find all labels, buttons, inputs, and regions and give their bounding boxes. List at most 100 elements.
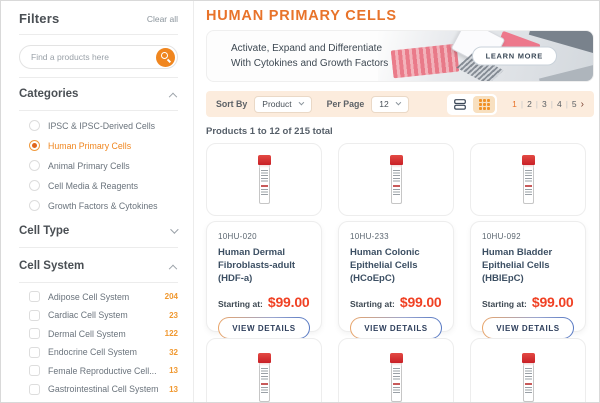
radio-icon <box>29 160 40 171</box>
cell-system-section-header[interactable]: Cell System <box>19 258 178 274</box>
vial-image <box>258 155 271 204</box>
product-image[interactable] <box>470 143 586 216</box>
product-image[interactable] <box>470 338 586 402</box>
product-name[interactable]: Human Dermal Fibroblasts-adult (HDF-a) <box>218 247 310 285</box>
product-card <box>338 338 454 402</box>
product-name[interactable]: Human Colonic Epithelial Cells (HCoEpC) <box>350 247 442 285</box>
view-details-button[interactable]: VIEW DETAILS <box>350 317 442 339</box>
pagination-separator: | <box>536 99 538 109</box>
search-button[interactable] <box>156 48 175 67</box>
sort-by-label: Sort By <box>216 99 247 109</box>
chevron-down-icon <box>395 100 401 106</box>
main-content: HUMAN PRIMARY CELLS Activate, Expand and… <box>194 1 599 402</box>
category-option-growth-factors[interactable]: Growth Factors & Cytokines <box>29 200 178 211</box>
cell-system-item-dermal[interactable]: Dermal Cell System122 <box>29 328 178 339</box>
category-option-animal-primary-cells[interactable]: Animal Primary Cells <box>29 160 178 171</box>
product-image[interactable] <box>338 143 454 216</box>
radio-icon <box>29 120 40 131</box>
cell-system-title: Cell System <box>19 260 84 272</box>
item-count: 204 <box>165 292 178 301</box>
vial-image <box>390 353 403 402</box>
product-card <box>470 338 586 402</box>
pagination-page-5[interactable]: 5 <box>572 99 577 109</box>
product-card: 10HU-233 Human Colonic Epithelial Cells … <box>338 143 454 332</box>
product-info: 10HU-092 Human Bladder Epithelial Cells … <box>470 221 586 332</box>
product-card: 10HU-020 Human Dermal Fibroblasts-adult … <box>206 143 322 332</box>
cell-system-item-endocrine[interactable]: Endocrine Cell System32 <box>29 347 178 358</box>
divider <box>19 77 178 78</box>
cell-type-section-header[interactable]: Cell Type <box>19 223 178 239</box>
pagination-page-2[interactable]: 2 <box>527 99 532 109</box>
pagination-separator: | <box>566 99 568 109</box>
per-page-select-value: 12 <box>379 99 388 109</box>
categories-section-header[interactable]: Categories <box>19 86 178 102</box>
vial-image <box>522 155 535 204</box>
divider <box>19 247 178 248</box>
product-info: 10HU-020 Human Dermal Fibroblasts-adult … <box>206 221 322 332</box>
item-count: 23 <box>169 311 178 320</box>
results-summary: Products 1 to 12 of 215 total <box>206 126 594 137</box>
product-price: $99.00 <box>532 294 574 310</box>
grid-view-icon <box>479 99 490 110</box>
category-option-human-primary-cells[interactable]: Human Primary Cells <box>29 140 178 151</box>
pagination-page-1[interactable]: 1 <box>512 99 517 109</box>
pagination-next-icon[interactable]: › <box>581 99 584 110</box>
pagination: 1 | 2 | 3 | 4 | 5 › <box>512 99 584 110</box>
category-option-cell-media[interactable]: Cell Media & Reagents <box>29 180 178 191</box>
category-option-ipsc[interactable]: IPSC & IPSC-Derived Cells <box>29 120 178 131</box>
product-info: 10HU-233 Human Colonic Epithelial Cells … <box>338 221 454 332</box>
product-card: 10HU-092 Human Bladder Epithelial Cells … <box>470 143 586 332</box>
checkbox-icon <box>29 384 40 395</box>
page: Filters Clear all Categories IPSC & IPSC… <box>0 0 600 403</box>
cell-type-title: Cell Type <box>19 225 69 237</box>
vial-image <box>522 353 535 402</box>
cell-system-item-female-reproductive[interactable]: Female Reproductive Cell...13 <box>29 365 178 376</box>
product-sku: 10HU-092 <box>482 232 574 241</box>
pagination-page-4[interactable]: 4 <box>557 99 562 109</box>
learn-more-button[interactable]: LEARN MORE <box>472 47 557 66</box>
grid-view-button[interactable] <box>473 96 495 113</box>
sort-select[interactable]: Product <box>254 96 311 113</box>
cell-system-item-gastrointestinal[interactable]: Gastrointestinal Cell System13 <box>29 384 178 395</box>
cell-system-item-adipose[interactable]: Adipose Cell System204 <box>29 291 178 302</box>
view-details-button[interactable]: VIEW DETAILS <box>218 317 310 339</box>
list-view-button[interactable] <box>449 96 471 113</box>
product-sku: 10HU-020 <box>218 232 310 241</box>
pagination-separator: | <box>521 99 523 109</box>
checkbox-icon <box>29 328 40 339</box>
chevron-down-icon <box>170 225 178 233</box>
product-sku: 10HU-233 <box>350 232 442 241</box>
product-card <box>206 338 322 402</box>
starting-at-label: Starting at: <box>482 299 527 309</box>
cell-system-item-cardiac[interactable]: Cardiac Cell System23 <box>29 310 178 321</box>
product-grid-row2 <box>206 338 594 402</box>
pagination-page-3[interactable]: 3 <box>542 99 547 109</box>
divider <box>19 282 178 283</box>
vial-image <box>390 155 403 204</box>
categories-list: IPSC & IPSC-Derived Cells Human Primary … <box>19 120 178 211</box>
chevron-up-icon <box>169 265 177 273</box>
pink-plate-shape <box>391 44 460 79</box>
radio-icon <box>29 200 40 211</box>
product-price: $99.00 <box>400 294 442 310</box>
product-grid-row1: 10HU-020 Human Dermal Fibroblasts-adult … <box>206 143 594 332</box>
filters-header: Filters Clear all <box>19 11 178 26</box>
cell-system-list: Adipose Cell System204 Cardiac Cell Syst… <box>19 291 178 403</box>
categories-title: Categories <box>19 88 78 100</box>
radio-selected-icon <box>29 140 40 151</box>
starting-at-label: Starting at: <box>218 299 263 309</box>
promo-banner[interactable]: Activate, Expand and Differentiate With … <box>206 30 594 82</box>
view-toggle <box>447 94 497 115</box>
product-image[interactable] <box>206 338 322 402</box>
clear-all-link[interactable]: Clear all <box>147 14 178 24</box>
product-image[interactable] <box>338 338 454 402</box>
chevron-up-icon <box>169 93 177 101</box>
search-input[interactable] <box>19 45 178 69</box>
per-page-select[interactable]: 12 <box>371 96 408 113</box>
product-name[interactable]: Human Bladder Epithelial Cells (HBlEpC) <box>482 247 574 285</box>
toolbar: Sort By Product Per Page 12 <box>206 91 594 117</box>
view-details-button[interactable]: VIEW DETAILS <box>482 317 574 339</box>
product-price: $99.00 <box>268 294 310 310</box>
product-image[interactable] <box>206 143 322 216</box>
chevron-down-icon <box>298 100 304 106</box>
